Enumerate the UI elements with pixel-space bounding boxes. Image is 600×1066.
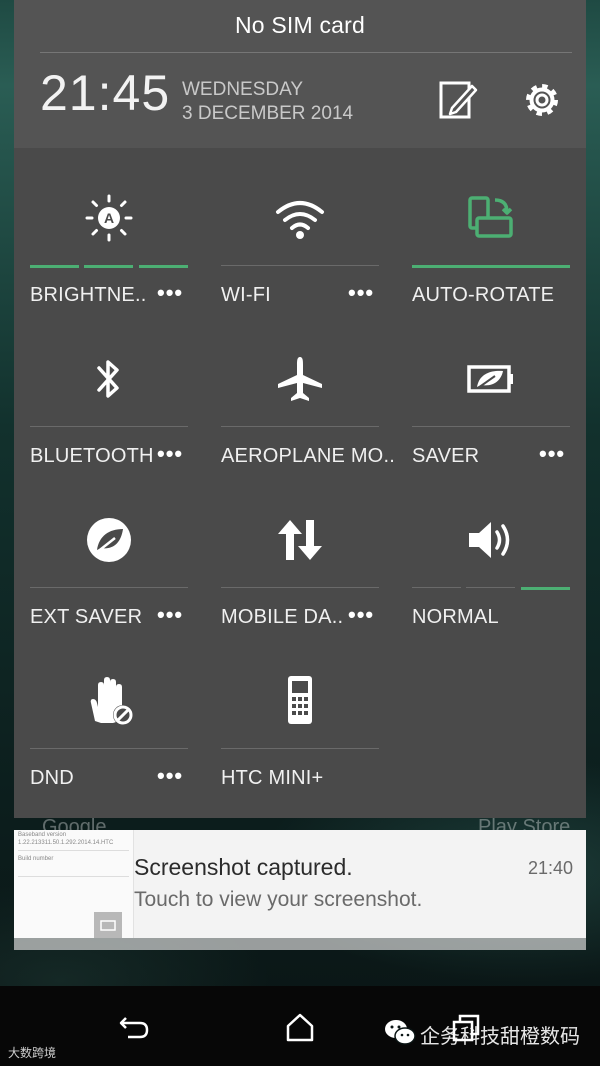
edit-icon[interactable] bbox=[438, 78, 478, 122]
wechat-icon bbox=[384, 1018, 416, 1046]
tile-divider bbox=[221, 748, 379, 749]
screenshot-notification[interactable]: Baseband version 1.22.213311.50.1.292.20… bbox=[14, 830, 586, 938]
tile-divider bbox=[221, 265, 379, 266]
tile-label: NORMAL bbox=[412, 606, 499, 628]
bluetooth-icon bbox=[81, 351, 137, 407]
tile-bluetooth[interactable]: BLUETOOTH ••• bbox=[14, 309, 204, 469]
tile-htc-mini[interactable]: HTC MINI+ bbox=[205, 631, 395, 791]
auto-rotate-icon bbox=[463, 190, 519, 246]
tile-aeroplane-mode[interactable]: AEROPLANE MO.. bbox=[205, 309, 395, 469]
date-label: 3 DECEMBER 2014 bbox=[182, 103, 354, 124]
brightness-level-bar[interactable] bbox=[30, 265, 188, 268]
quick-settings-panel: A BRIGHTNE.. ••• WI-FI ••• AUTO-ROTATE B… bbox=[14, 148, 586, 818]
corner-watermark: 大数跨境 bbox=[8, 1046, 57, 1060]
tile-label: BRIGHTNE.. bbox=[30, 284, 147, 306]
airplane-icon bbox=[272, 351, 328, 407]
htc-mini-icon bbox=[272, 673, 328, 729]
notification-title: Screenshot captured. bbox=[134, 854, 353, 880]
extreme-saver-icon bbox=[81, 512, 137, 568]
tile-label: DND bbox=[30, 767, 74, 789]
more-options-icon[interactable]: ••• bbox=[157, 443, 183, 465]
tile-label: WI-FI bbox=[221, 284, 271, 306]
gallery-icon bbox=[94, 912, 122, 938]
thumb-text: 1.22.213311.50.1.292.2014.14.HTC bbox=[18, 840, 114, 846]
tile-dnd[interactable]: DND ••• bbox=[14, 631, 204, 791]
tile-label: BLUETOOTH bbox=[30, 445, 154, 467]
tile-wifi[interactable]: WI-FI ••• bbox=[205, 148, 395, 308]
notification-shadow bbox=[14, 938, 586, 950]
volume-icon bbox=[463, 512, 519, 568]
tile-divider bbox=[30, 426, 188, 427]
more-options-icon[interactable]: ••• bbox=[157, 765, 183, 787]
sound-profile-selector[interactable] bbox=[412, 587, 570, 590]
tile-power-saver[interactable]: SAVER ••• bbox=[396, 309, 586, 469]
day-label: WEDNESDAY bbox=[182, 79, 304, 100]
tile-divider bbox=[30, 587, 188, 588]
tile-divider bbox=[221, 426, 379, 427]
more-options-icon[interactable]: ••• bbox=[539, 443, 565, 465]
more-options-icon[interactable]: ••• bbox=[157, 604, 183, 626]
more-options-icon[interactable]: ••• bbox=[157, 282, 183, 304]
battery-saver-icon bbox=[463, 351, 519, 407]
thumb-text: Baseband version bbox=[18, 832, 67, 838]
mobile-data-icon bbox=[272, 512, 328, 568]
brightness-auto-icon: A bbox=[81, 190, 137, 246]
tile-divider bbox=[412, 426, 570, 427]
clock[interactable]: 21:45 bbox=[40, 64, 170, 122]
tile-divider bbox=[30, 748, 188, 749]
screenshot-thumbnail: Baseband version 1.22.213311.50.1.292.20… bbox=[14, 830, 134, 938]
header-divider bbox=[40, 52, 572, 53]
back-icon[interactable] bbox=[116, 1010, 152, 1044]
wifi-icon bbox=[272, 190, 328, 246]
thumb-text: Build number bbox=[18, 856, 54, 862]
svg-text:A: A bbox=[104, 210, 114, 226]
tile-brightness[interactable]: A BRIGHTNE.. ••• bbox=[14, 148, 204, 308]
do-not-disturb-icon bbox=[81, 673, 137, 729]
notification-header: No SIM card 21:45 WEDNESDAY 3 DECEMBER 2… bbox=[14, 0, 586, 148]
notification-body: Touch to view your screenshot. bbox=[134, 888, 423, 911]
more-options-icon[interactable]: ••• bbox=[348, 282, 374, 304]
tile-label: EXT SAVER bbox=[30, 606, 143, 628]
more-options-icon[interactable]: ••• bbox=[348, 604, 374, 626]
watermark-text: 企务科技甜橙数码 bbox=[420, 1026, 580, 1048]
tile-divider bbox=[221, 587, 379, 588]
tile-label: SAVER bbox=[412, 445, 480, 467]
tile-sound-profile[interactable]: NORMAL bbox=[396, 470, 586, 630]
tile-label: HTC MINI+ bbox=[221, 767, 324, 789]
tile-mobile-data[interactable]: MOBILE DA.. ••• bbox=[205, 470, 395, 630]
tile-label: AEROPLANE MO.. bbox=[221, 445, 395, 467]
date-block[interactable]: WEDNESDAY 3 DECEMBER 2014 bbox=[182, 78, 353, 126]
tile-label: AUTO-ROTATE bbox=[412, 284, 555, 306]
home-icon[interactable] bbox=[282, 1010, 318, 1044]
gear-icon[interactable] bbox=[522, 78, 562, 122]
auto-rotate-active-bar bbox=[412, 265, 570, 268]
tile-extreme-saver[interactable]: EXT SAVER ••• bbox=[14, 470, 204, 630]
tile-label: MOBILE DA.. bbox=[221, 606, 344, 628]
sim-status: No SIM card bbox=[234, 12, 365, 38]
notification-time: 21:40 bbox=[527, 858, 573, 878]
tile-auto-rotate[interactable]: AUTO-ROTATE bbox=[396, 148, 586, 308]
